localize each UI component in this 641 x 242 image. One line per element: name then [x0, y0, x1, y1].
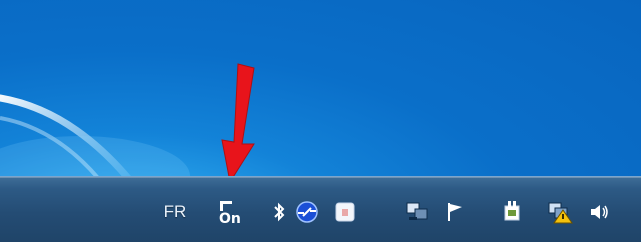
on-app-icon-label: On	[219, 211, 241, 225]
network-monitor-icon[interactable]	[402, 199, 432, 225]
volume-icon[interactable]	[586, 199, 612, 225]
on-app-tray-icon[interactable]: On	[216, 199, 244, 225]
desktop-background: FR On	[0, 0, 641, 242]
bluetooth-icon[interactable]	[268, 199, 290, 225]
power-plug-icon[interactable]	[498, 199, 528, 225]
network-warning-icon[interactable]	[544, 199, 576, 225]
language-indicator[interactable]: FR	[160, 199, 190, 225]
red-annotation-arrow	[221, 63, 255, 184]
action-center-flag-icon[interactable]	[442, 199, 468, 225]
network-connection-icon[interactable]	[292, 199, 322, 225]
application-tray-icon[interactable]	[330, 199, 360, 225]
system-tray: FR On	[0, 177, 641, 242]
taskbar: FR On	[0, 176, 641, 242]
